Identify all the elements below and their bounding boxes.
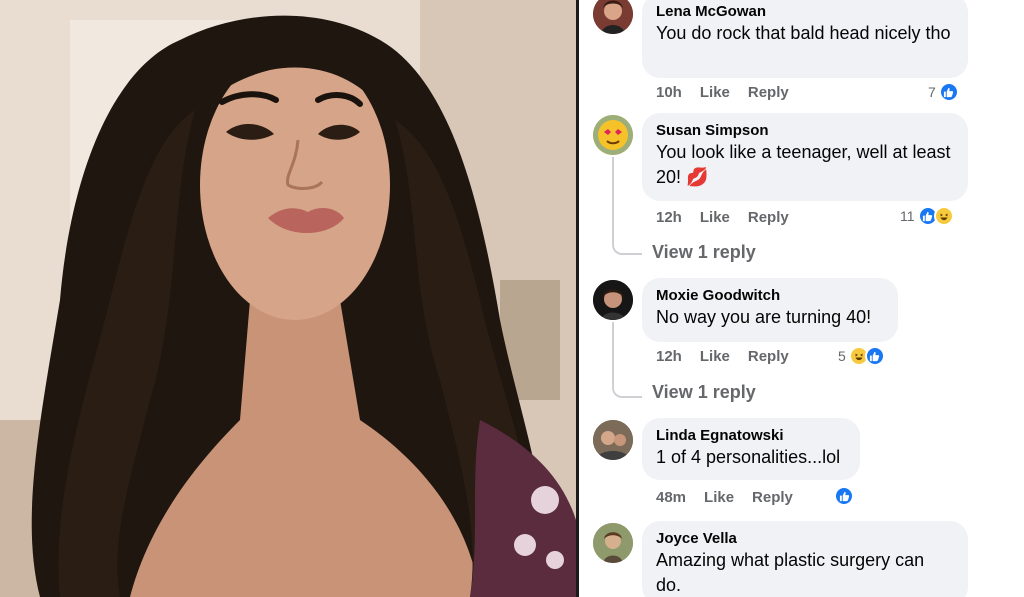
haha-icon [933,206,954,226]
reply-button[interactable]: Reply [752,489,793,506]
comment-bubble: Susan Simpson You look like a teenager, … [642,113,968,201]
reaction-count: 11 [900,208,915,224]
like-button[interactable]: Like [700,84,730,101]
reply-button[interactable]: Reply [748,84,789,101]
comment-author[interactable]: Linda Egnatowski [656,426,846,445]
comment-actions: 10h Like Reply [656,84,789,101]
photo-divider [576,0,579,597]
comment-actions: 12h Like Reply [656,348,789,365]
thread-connector [612,322,642,398]
reaction-count: 7 [928,84,936,100]
reaction-summary[interactable]: 7 [928,82,959,102]
avatar[interactable] [593,115,633,155]
like-button[interactable]: Like [704,489,734,506]
comment-time[interactable]: 10h [656,84,682,101]
comment-time[interactable]: 12h [656,209,682,226]
comment-text: You do rock that bald head nicely tho [656,23,951,43]
comment-text: Amazing what plastic surgery can do. [656,550,925,595]
comment-bubble: Moxie Goodwitch No way you are turning 4… [642,278,898,342]
comment-author[interactable]: Joyce Vella [656,529,954,548]
thumbs-up-icon [834,486,854,506]
thumbs-up-icon [864,346,885,366]
comment-author[interactable]: Moxie Goodwitch [656,286,884,305]
comment-author[interactable]: Susan Simpson [656,121,954,140]
view-replies-link[interactable]: View 1 reply [652,382,756,403]
reply-button[interactable]: Reply [748,209,789,226]
comment-bubble: Joyce Vella Amazing what plastic surgery… [642,521,968,597]
comment-text: You look like a teenager, well at least … [656,142,951,187]
comment-text: 1 of 4 personalities...lol [656,447,841,467]
avatar[interactable] [593,0,633,34]
reaction-summary[interactable]: 5 [838,346,885,366]
reaction-summary[interactable]: 11 [900,206,954,226]
like-button[interactable]: Like [700,348,730,365]
comment-author[interactable]: Lena McGowan [656,2,954,21]
comment-bubble: Linda Egnatowski 1 of 4 personalities...… [642,418,860,480]
comment-actions: 48m Like Reply [656,489,793,506]
avatar[interactable] [593,523,633,563]
comment-time[interactable]: 48m [656,489,686,506]
like-button[interactable]: Like [700,209,730,226]
reply-button[interactable]: Reply [748,348,789,365]
comment-bubble: Lena McGowan You do rock that bald head … [642,0,968,78]
comment-text: No way you are turning 40! [656,307,872,327]
thread-connector [612,157,642,255]
photo-illustration [0,0,576,597]
comment-time[interactable]: 12h [656,348,682,365]
thumbs-up-icon [938,82,959,102]
post-photo[interactable] [0,0,576,597]
comment-actions: 12h Like Reply [656,209,789,226]
comments-list: Lena McGowan You do rock that bald head … [590,0,1010,597]
view-replies-link[interactable]: View 1 reply [652,242,756,263]
avatar[interactable] [593,420,633,460]
reaction-summary[interactable] [834,486,854,506]
avatar[interactable] [593,280,633,320]
reaction-count: 5 [838,348,846,364]
